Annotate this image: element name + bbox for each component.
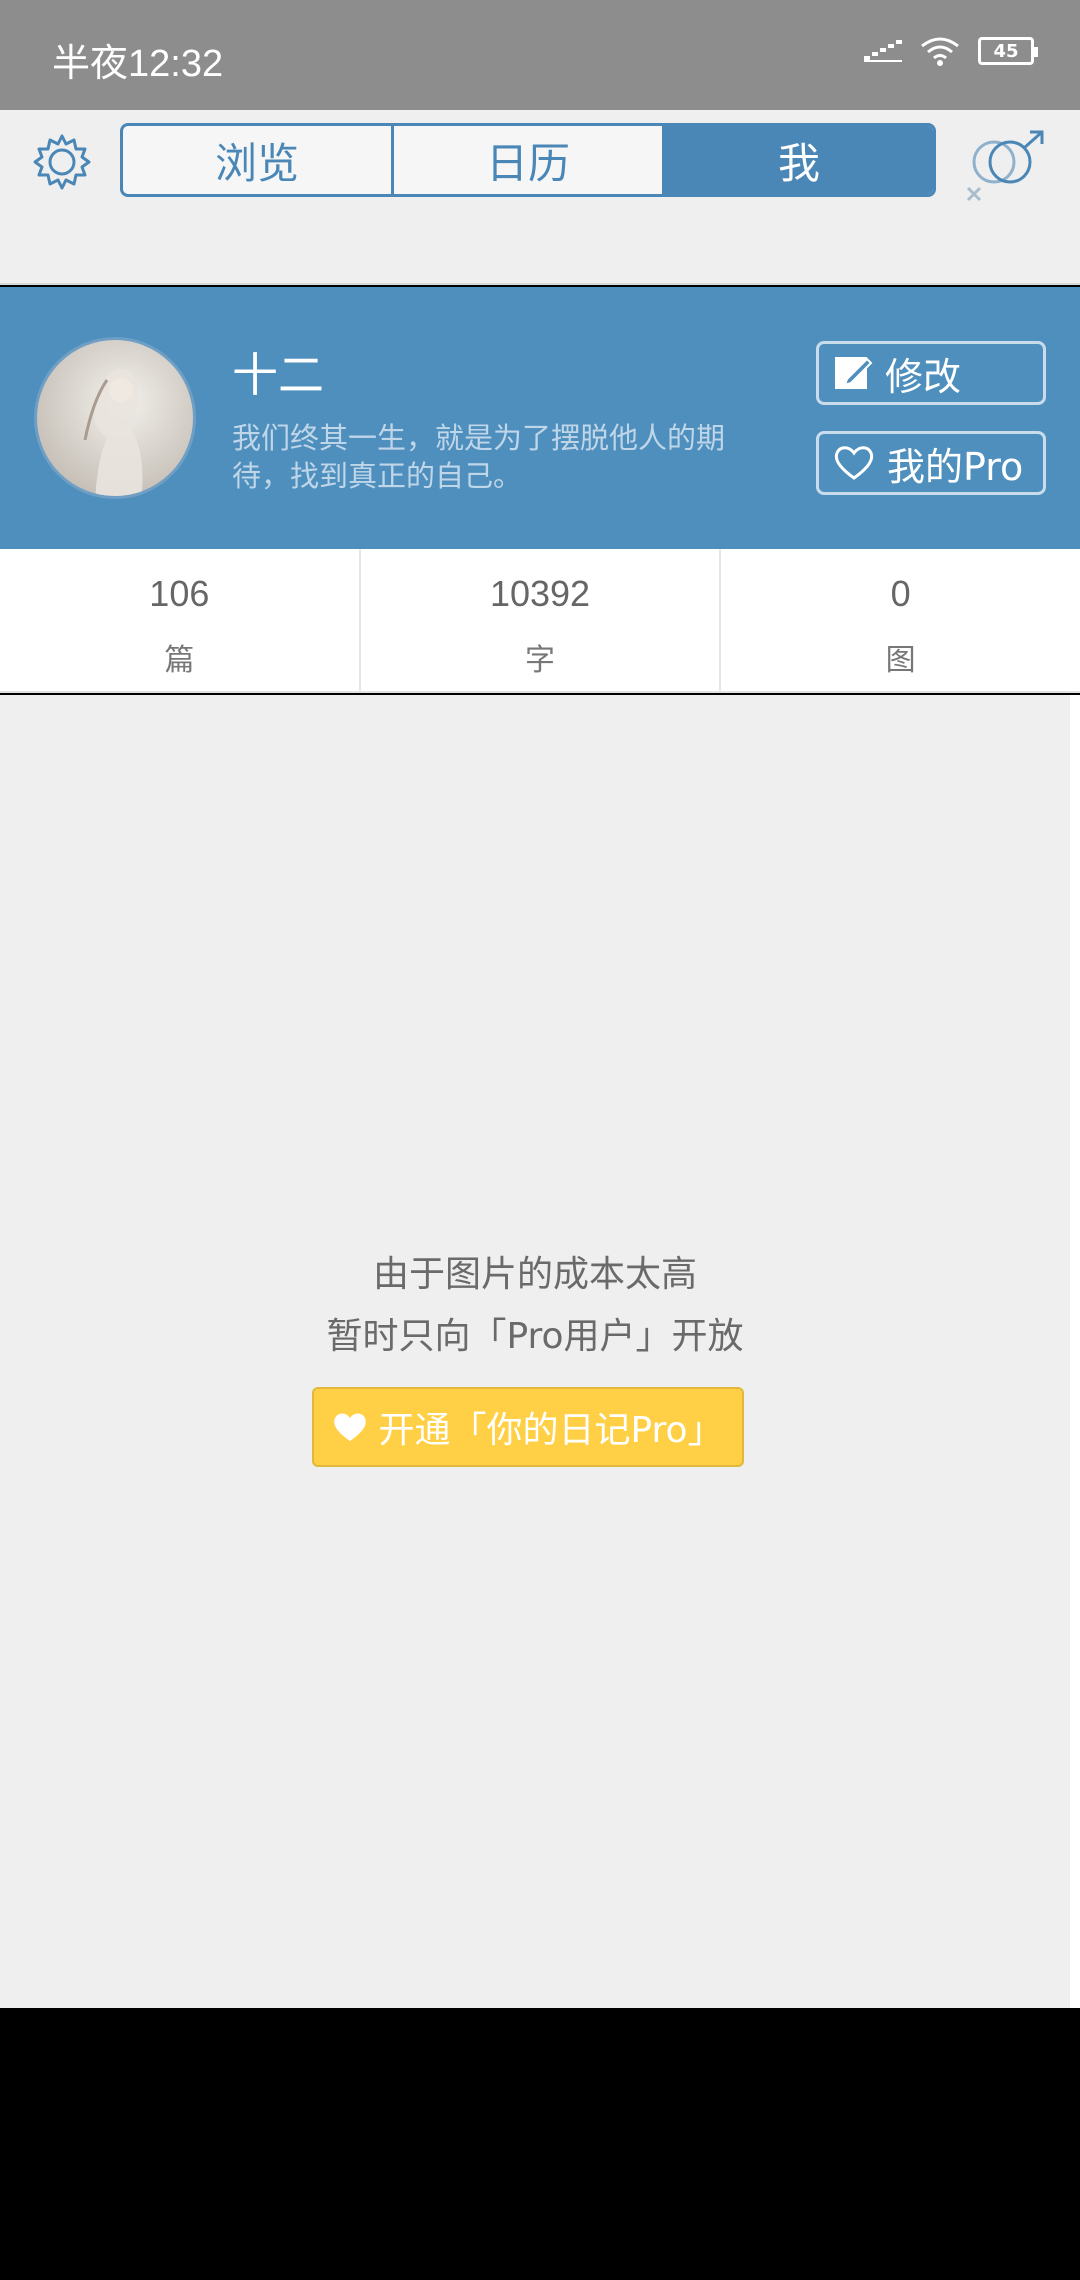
upgrade-pro-label: 开通「你的日记Pro」 [378, 1410, 724, 1451]
upgrade-pro-button[interactable]: 开通「你的日记Pro」 [312, 1387, 744, 1467]
bottom-area [0, 2008, 1080, 2280]
edit-profile-button[interactable]: 修改 [816, 341, 1046, 405]
settings-gear-icon[interactable] [32, 132, 92, 192]
profile-bio: 我们终其一生，就是为了摆脱他人的期待，找到真正的自己。 [232, 421, 726, 493]
gender-icon[interactable] [960, 128, 1050, 208]
stat-words-label: 字 [525, 643, 555, 678]
pro-notice-line1: 由于图片的成本太高 [372, 1254, 697, 1295]
my-pro-label: 我的Pro [887, 444, 1024, 489]
avatar[interactable] [34, 337, 196, 499]
wifi-icon [921, 37, 959, 66]
images-content-area: 由于图片的成本太高 暂时只向「Pro用户」开放 开通「你的日记Pro」 [0, 695, 1070, 2008]
content-side-strip [1070, 695, 1080, 2008]
edit-label: 修改 [885, 354, 962, 399]
tab-calendar[interactable]: 日历 [394, 126, 665, 194]
battery-level: 45 [993, 40, 1019, 62]
pro-notice-line2: 暂时只向「Pro用户」开放 [326, 1316, 744, 1357]
main-tab-bar: 浏览 日历 我 [120, 123, 936, 197]
status-time: 半夜12:32 [52, 43, 224, 85]
stat-words[interactable]: 10392 字 [361, 549, 722, 691]
stat-images-label: 图 [885, 643, 916, 678]
profile-name: 十二 [232, 348, 324, 402]
stat-posts-label: 篇 [164, 643, 195, 678]
heart-outline-icon [834, 446, 874, 480]
tab-browse[interactable]: 浏览 [123, 126, 394, 194]
battery-icon: 45 [978, 37, 1038, 65]
app-header: 浏览 日历 我 [0, 110, 1080, 285]
stat-images-value: 0 [890, 573, 911, 614]
avatar-image [83, 369, 143, 496]
stats-bar: 106 篇 10392 字 0 图 [0, 549, 1080, 693]
status-icons: 45 [864, 36, 1038, 66]
edit-icon [835, 357, 873, 389]
stat-posts-value: 106 [149, 573, 210, 614]
stat-images[interactable]: 0 图 [721, 549, 1080, 691]
tab-me[interactable]: 我 [665, 126, 933, 194]
stat-words-value: 10392 [489, 573, 591, 614]
my-pro-button[interactable]: 我的Pro [816, 431, 1046, 495]
heart-filled-icon [334, 1413, 367, 1441]
profile-card: 十二 我们终其一生，就是为了摆脱他人的期待，找到真正的自己。 修改 我的Pro [0, 287, 1080, 549]
signal-icon [864, 40, 902, 62]
status-bar: 半夜12:32 45 [0, 0, 1080, 110]
stat-posts[interactable]: 106 篇 [0, 549, 361, 691]
